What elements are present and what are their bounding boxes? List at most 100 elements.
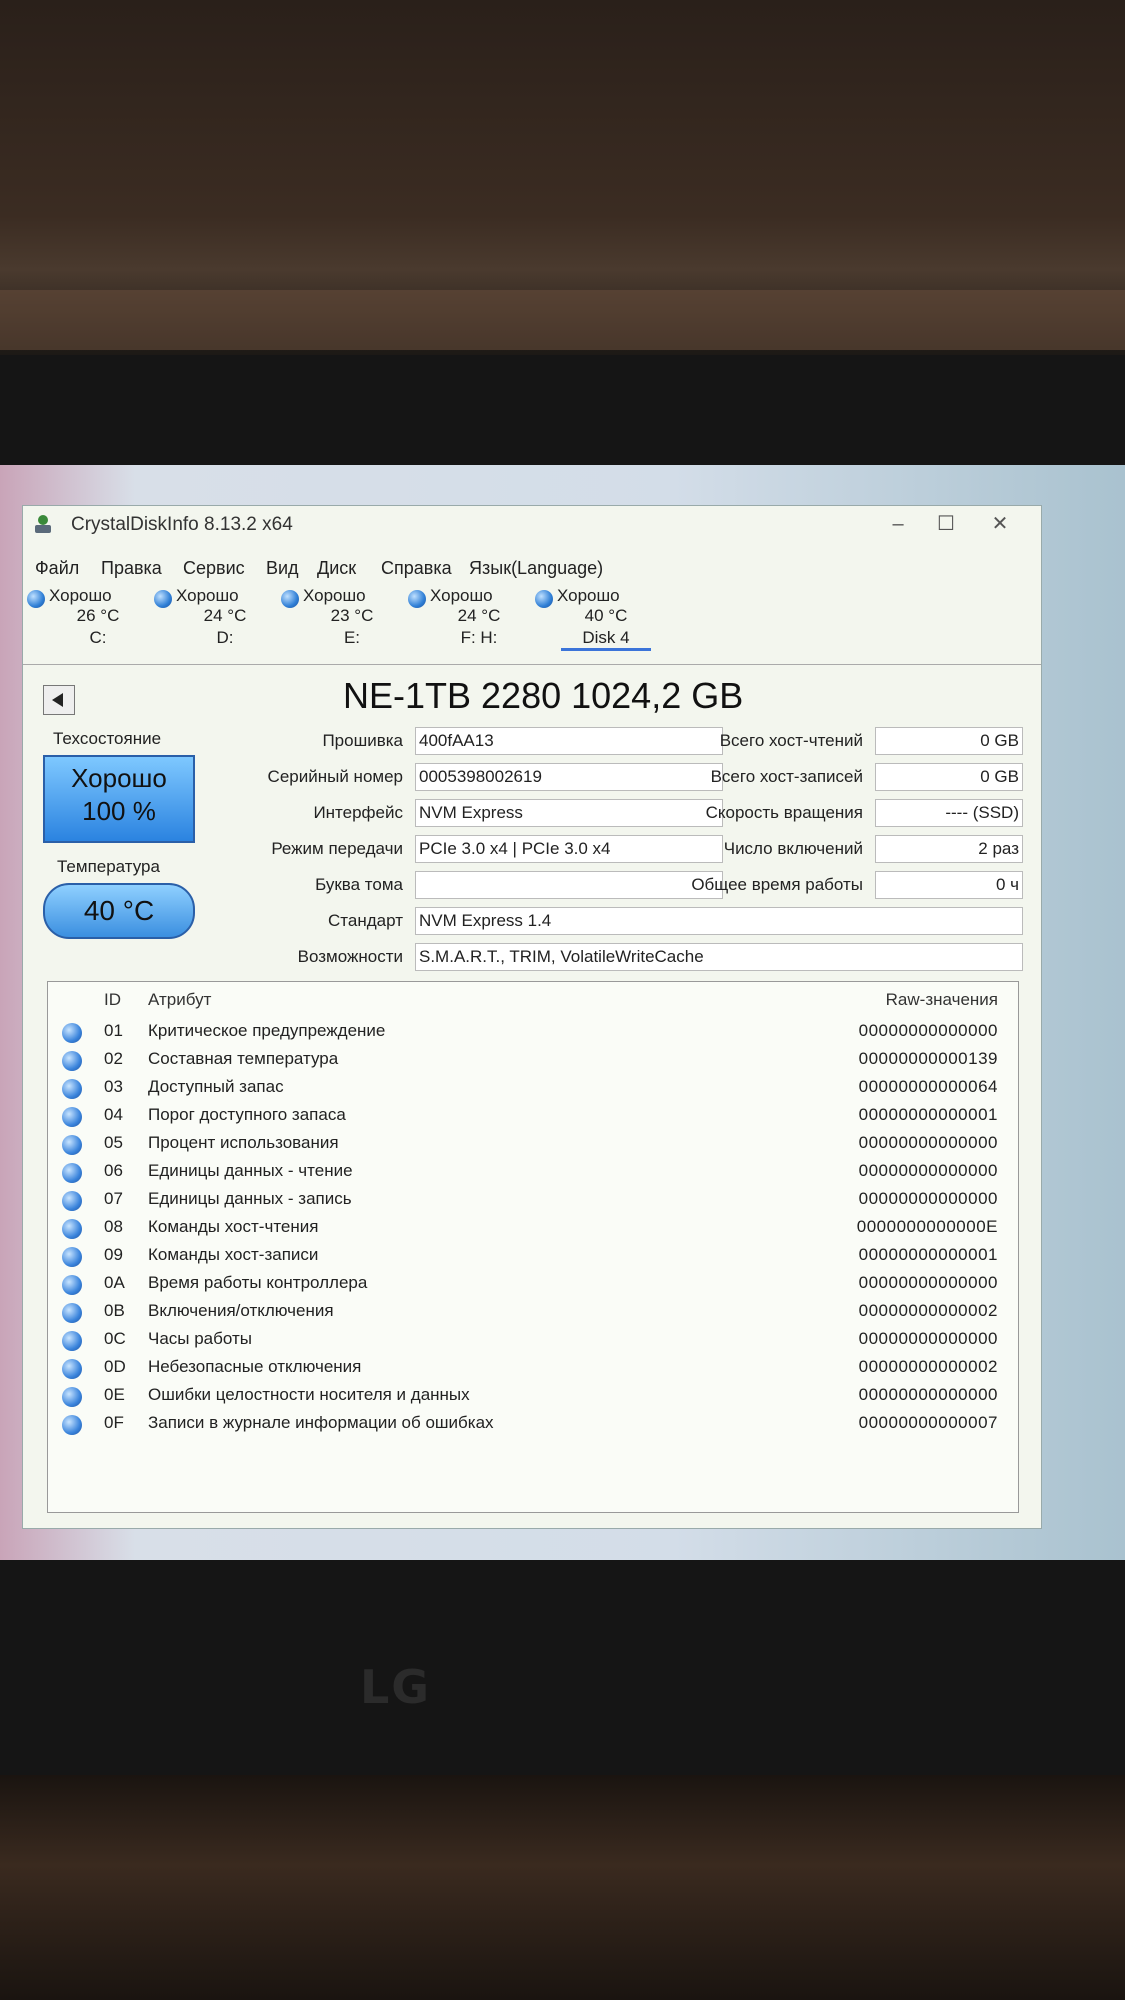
rotation-value: ---- (SSD) xyxy=(875,799,1023,827)
status-good-icon xyxy=(62,1191,82,1211)
status-good-icon xyxy=(27,590,45,608)
drive-tab-e[interactable]: Хорошо 23 °C E: xyxy=(277,584,397,662)
row-id: 03 xyxy=(104,1077,123,1096)
status-good-icon xyxy=(62,1303,82,1323)
drive-tab-c[interactable]: Хорошо 26 °C C: xyxy=(23,584,143,662)
row-attribute: Критическое предупреждение xyxy=(148,1021,386,1040)
row-attribute: Процент использования xyxy=(148,1133,339,1152)
table-row[interactable]: 03 Доступный запас 00000000000064 xyxy=(48,1074,1018,1102)
minimize-button[interactable]: – xyxy=(881,510,915,538)
row-id: 0B xyxy=(104,1301,125,1320)
row-id: 08 xyxy=(104,1217,123,1236)
health-percent: 100 % xyxy=(82,796,156,826)
table-row[interactable]: 0C Часы работы 00000000000000 xyxy=(48,1326,1018,1354)
row-raw: 00000000000000 xyxy=(858,1385,998,1404)
status-good-icon xyxy=(62,1359,82,1379)
row-attribute: Небезопасные отключения xyxy=(148,1357,362,1376)
row-attribute: Включения/отключения xyxy=(148,1301,334,1320)
features-label: Возможности xyxy=(297,947,403,966)
table-row[interactable]: 0B Включения/отключения 00000000000002 xyxy=(48,1298,1018,1326)
disk-info-panel: NE-1TB 2280 1024,2 GB Техсостояние Хорош… xyxy=(23,664,1041,971)
drive-status: Хорошо xyxy=(303,586,366,605)
row-id: 0C xyxy=(104,1329,126,1348)
drive-tab-fh[interactable]: Хорошо 24 °C F: H: xyxy=(404,584,524,662)
row-id: 07 xyxy=(104,1189,123,1208)
table-row[interactable]: 08 Команды хост-чтения 0000000000000E xyxy=(48,1214,1018,1242)
row-raw: 0000000000000E xyxy=(856,1217,998,1236)
menu-view[interactable]: Вид xyxy=(266,558,299,579)
row-raw: 00000000000000 xyxy=(858,1021,998,1040)
col-header-raw[interactable]: Raw-значения xyxy=(886,990,998,1010)
table-row[interactable]: 02 Составная температура 00000000000139 xyxy=(48,1046,1018,1074)
table-row[interactable]: 0F Записи в журнале информации об ошибках… xyxy=(48,1410,1018,1438)
table-row[interactable]: 05 Процент использования 00000000000000 xyxy=(48,1130,1018,1158)
col-header-id[interactable]: ID xyxy=(104,990,121,1010)
menu-help[interactable]: Справка xyxy=(381,558,452,579)
close-button[interactable]: ✕ xyxy=(983,510,1017,538)
drive-tab-disk4[interactable]: Хорошо 40 °C Disk 4 xyxy=(531,584,651,662)
app-window: CrystalDiskInfo 8.13.2 x64 – ☐ ✕ Файл Пр… xyxy=(22,505,1042,1529)
drive-status: Хорошо xyxy=(557,586,620,605)
background-wall xyxy=(0,290,1125,350)
row-attribute: Единицы данных - запись xyxy=(148,1189,352,1208)
maximize-button[interactable]: ☐ xyxy=(929,510,963,538)
power-on-count-value: 2 раз xyxy=(875,835,1023,863)
drive-letter: Disk 4 xyxy=(561,628,651,651)
table-row[interactable]: 07 Единицы данных - запись 00000000000000 xyxy=(48,1186,1018,1214)
drive-letter: E: xyxy=(343,628,361,647)
drive-status: Хорошо xyxy=(49,586,112,605)
features-value: S.M.A.R.T., TRIM, VolatileWriteCache xyxy=(415,943,1023,971)
row-id: 06 xyxy=(104,1161,123,1180)
monitor-logo: LG xyxy=(360,1660,432,1714)
smart-table[interactable]: ID Атрибут Raw-значения 01 Критическое пр… xyxy=(47,981,1019,1513)
table-row[interactable]: 01 Критическое предупреждение 000000000000… xyxy=(48,1018,1018,1046)
menu-language[interactable]: Язык(Language) xyxy=(469,558,603,579)
status-good-icon xyxy=(62,1135,82,1155)
row-raw: 00000000000000 xyxy=(858,1273,998,1292)
status-good-icon xyxy=(62,1163,82,1183)
drive-letter: F: H: xyxy=(460,628,498,647)
drive-tabs: Хорошо 26 °C C: Хорошо 24 °C D: Хорошо 2… xyxy=(23,584,1041,664)
row-attribute: Доступный запас xyxy=(148,1077,284,1096)
status-good-icon xyxy=(154,590,172,608)
row-id: 05 xyxy=(104,1133,123,1152)
status-good-icon xyxy=(62,1051,82,1071)
menu-file[interactable]: Файл xyxy=(35,558,79,579)
host-reads-label: Всего хост-чтений xyxy=(719,731,863,750)
status-good-icon xyxy=(62,1387,82,1407)
interface-label: Интерфейс xyxy=(313,803,403,822)
row-raw: 00000000000002 xyxy=(858,1301,998,1320)
drive-temp: 24 °C xyxy=(457,606,501,625)
table-row[interactable]: 0A Время работы контроллера 00000000000000 xyxy=(48,1270,1018,1298)
temperature-value: 40 °C xyxy=(43,883,195,939)
status-good-icon xyxy=(281,590,299,608)
standard-value: NVM Express 1.4 xyxy=(415,907,1023,935)
table-row[interactable]: 04 Порог доступного запаса 00000000000001 xyxy=(48,1102,1018,1130)
status-good-icon xyxy=(62,1079,82,1099)
row-id: 0D xyxy=(104,1357,126,1376)
previous-disk-button[interactable] xyxy=(43,685,75,715)
row-attribute: Команды хост-записи xyxy=(148,1245,319,1264)
drive-status: Хорошо xyxy=(430,586,493,605)
host-writes-value: 0 GB xyxy=(875,763,1023,791)
table-row[interactable]: 0D Небезопасные отключения 00000000000002 xyxy=(48,1354,1018,1382)
menu-edit[interactable]: Правка xyxy=(101,558,162,579)
row-id: 0E xyxy=(104,1385,125,1404)
row-raw: 00000000000000 xyxy=(858,1161,998,1180)
drive-tab-d[interactable]: Хорошо 24 °C D: xyxy=(150,584,270,662)
row-attribute: Команды хост-чтения xyxy=(148,1217,319,1236)
col-header-attribute[interactable]: Атрибут xyxy=(148,990,211,1010)
table-row[interactable]: 06 Единицы данных - чтение 00000000000000 xyxy=(48,1158,1018,1186)
table-row[interactable]: 0E Ошибки целостности носителя и данных 00… xyxy=(48,1382,1018,1410)
row-attribute: Часы работы xyxy=(148,1329,252,1348)
row-raw: 00000000000139 xyxy=(858,1049,998,1068)
menu-disk[interactable]: Диск xyxy=(317,558,356,579)
drive-letter-label: Буква тома xyxy=(315,875,403,894)
menu-service[interactable]: Сервис xyxy=(183,558,245,579)
status-good-icon xyxy=(62,1415,82,1435)
app-icon xyxy=(33,514,53,534)
health-status-box: Хорошо 100 % xyxy=(43,755,195,843)
transfer-mode-label: Режим передачи xyxy=(271,839,403,858)
arrow-left-icon xyxy=(52,693,63,707)
table-row[interactable]: 09 Команды хост-записи 00000000000001 xyxy=(48,1242,1018,1270)
